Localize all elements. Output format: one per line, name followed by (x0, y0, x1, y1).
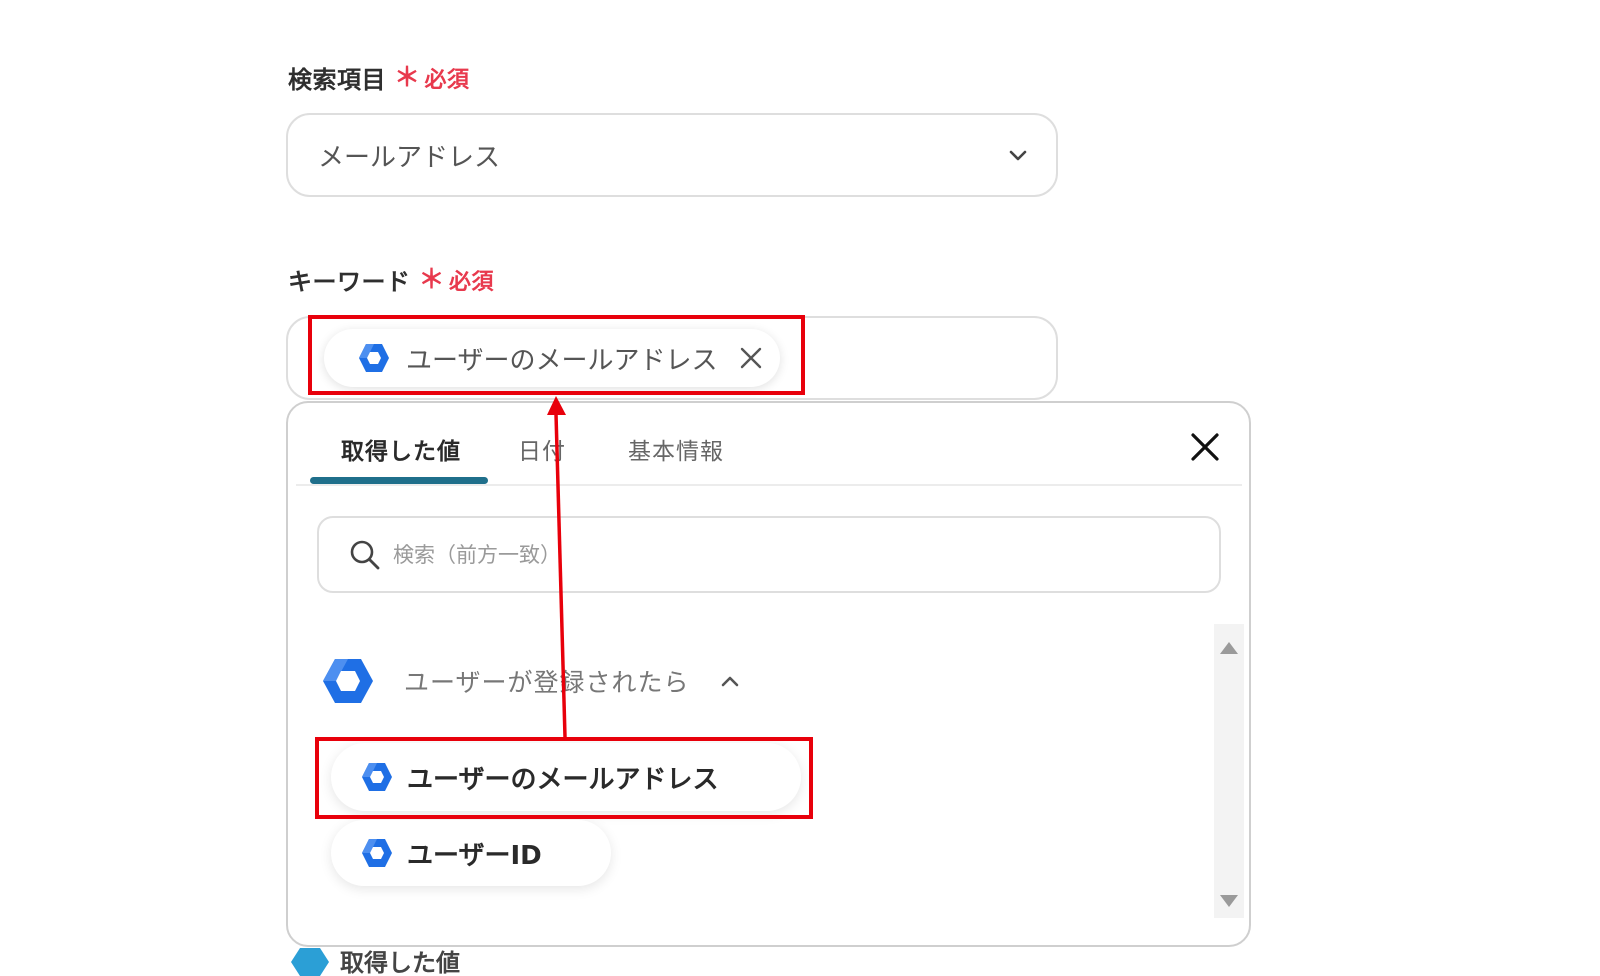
keyword-chip-label: ユーザーのメールアドレス (406, 345, 718, 376)
tab-basic-info[interactable]: 基本情報 (628, 432, 724, 466)
google-workspace-hexagon-icon (290, 947, 330, 976)
picker-search-input[interactable] (391, 541, 1215, 568)
close-icon[interactable] (1188, 430, 1222, 468)
active-tab-indicator (310, 477, 488, 484)
google-workspace-hexagon-icon (361, 838, 393, 868)
search-field-selected-value: メールアドレス (318, 142, 501, 173)
close-icon[interactable] (739, 346, 763, 370)
google-workspace-hexagon-icon (358, 343, 390, 373)
search-field-label-text: 検索項目 (288, 66, 386, 94)
group-header-user-registered[interactable]: ユーザーが登録されたら (322, 658, 742, 704)
chevron-down-icon (1006, 143, 1030, 174)
scroll-up-arrow-icon[interactable] (1219, 640, 1239, 659)
list-item-label: ユーザーのメールアドレス (407, 764, 719, 795)
google-workspace-hexagon-icon (361, 762, 393, 792)
group-label: ユーザーが登録されたら (404, 668, 690, 697)
search-icon (349, 539, 381, 571)
chevron-up-icon (718, 669, 742, 693)
search-field-label: 検索項目 ＊ 必須 (288, 60, 470, 95)
scroll-down-arrow-icon[interactable] (1219, 893, 1239, 912)
required-badge: ＊ 必須 (419, 264, 495, 296)
required-text: 必須 (449, 269, 495, 295)
next-group-label: 取得した値 (340, 949, 460, 976)
keyword-field-label: キーワード ＊ 必須 (288, 262, 494, 297)
tab-date[interactable]: 日付 (518, 432, 566, 466)
keyword-value-chip[interactable]: ユーザーのメールアドレス (324, 329, 780, 387)
list-item-label: ユーザーID (407, 840, 542, 871)
tab-acquired-values[interactable]: 取得した値 (341, 432, 461, 466)
required-star: ＊ (418, 264, 446, 295)
picker-search-box[interactable] (317, 516, 1221, 593)
required-star: ＊ (394, 62, 421, 93)
keyword-field-label-text: キーワード (288, 268, 411, 296)
picker-scrollbar[interactable] (1214, 624, 1244, 918)
required-badge: ＊ 必須 (394, 62, 470, 94)
tab-divider (296, 484, 1242, 486)
next-group-partial: 取得した値 (286, 947, 1251, 976)
required-text: 必須 (424, 67, 470, 93)
google-workspace-hexagon-icon (322, 658, 374, 704)
search-field-select[interactable]: メールアドレス (286, 113, 1058, 197)
list-item-user-email[interactable]: ユーザーのメールアドレス (331, 743, 801, 811)
list-item-user-id[interactable]: ユーザーID (331, 820, 611, 886)
